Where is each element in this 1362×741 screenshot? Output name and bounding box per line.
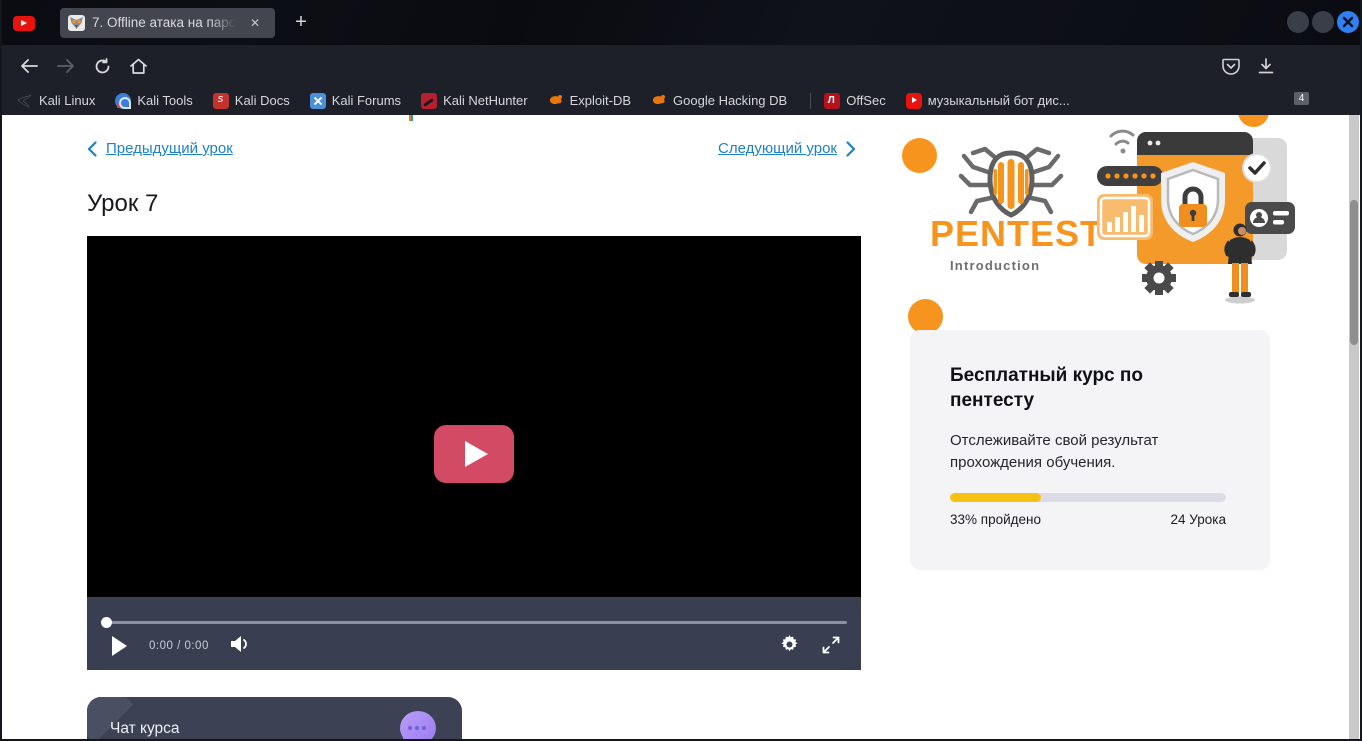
video-controls-bar: 0:00 / 0:00 xyxy=(87,597,861,670)
video-player: 0:00 / 0:00 xyxy=(87,236,861,670)
lesson-heading: Урок 7 xyxy=(87,190,158,218)
reload-button[interactable] xyxy=(89,53,115,79)
window-close-button[interactable] xyxy=(1337,11,1359,33)
active-tab[interactable]: 7. Offline атака на пароли ✕ xyxy=(60,8,275,38)
chevron-right-icon xyxy=(846,141,856,157)
bookmark-kali-nethunter[interactable]: Kali NetHunter xyxy=(416,91,533,111)
pentest-illustration xyxy=(1097,120,1297,305)
video-screen[interactable] xyxy=(87,236,861,597)
seek-bar[interactable] xyxy=(106,621,847,624)
orange-blob-decoration xyxy=(908,299,943,334)
chat-title: Чат курса xyxy=(110,720,180,738)
pocket-icon[interactable] xyxy=(1218,53,1244,79)
fullscreen-icon[interactable] xyxy=(822,636,840,659)
exploit-db-icon xyxy=(548,93,564,109)
browser-window: 7. Offline атака на пароли ✕ + xyxy=(0,0,1362,741)
titlebar: 7. Offline атака на пароли ✕ + xyxy=(2,0,1360,45)
page-content: Предыдущий урок Следующий урок Урок 7 0:… xyxy=(2,115,1360,739)
forward-button[interactable] xyxy=(53,53,79,79)
youtube-pinned-tab-icon[interactable] xyxy=(13,16,35,31)
pentest-spider-logo xyxy=(955,143,1067,223)
bookmarks-separator xyxy=(810,93,811,109)
time-display: 0:00 / 0:00 xyxy=(149,640,209,652)
volume-icon[interactable] xyxy=(230,635,250,658)
settings-gear-icon[interactable] xyxy=(780,635,799,659)
bookmark-kali-docs[interactable]: Kali Docs xyxy=(208,91,295,111)
kali-docs-icon xyxy=(213,93,229,109)
kali-dragon-icon xyxy=(17,93,33,109)
course-title: Бесплатный курс по пентесту xyxy=(950,363,1205,413)
close-icon xyxy=(1342,16,1354,28)
big-play-button[interactable] xyxy=(434,425,514,483)
back-button[interactable] xyxy=(16,53,42,79)
chevron-left-icon xyxy=(87,141,97,157)
new-tab-button[interactable]: + xyxy=(289,11,313,35)
bookmark-music-bot[interactable]: музыкальный бот дис... xyxy=(901,91,1075,111)
course-description: Отслеживайте свой результат прохождения … xyxy=(950,430,1190,474)
previous-lesson-link[interactable]: Предыдущий урок xyxy=(87,140,233,157)
scrollbar-thumb[interactable] xyxy=(1350,200,1358,345)
bookmarks-toolbar: Kali Linux Kali Tools Kali Docs Kali For… xyxy=(2,86,1360,115)
progress-percent-label: 33% пройдено xyxy=(950,512,1041,527)
tab-close-icon[interactable]: ✕ xyxy=(246,14,264,32)
window-minimize-button[interactable] xyxy=(1287,11,1309,33)
lessons-count-label: 24 Урока xyxy=(1171,512,1226,527)
bookmark-exploit-db[interactable]: Exploit-DB xyxy=(543,91,636,111)
next-lesson-link[interactable]: Следующий урок xyxy=(718,140,856,157)
bookmark-offsec[interactable]: OffSec xyxy=(819,91,891,111)
play-button[interactable] xyxy=(112,636,127,656)
youtube-icon xyxy=(906,93,922,109)
kali-tools-icon xyxy=(115,93,131,109)
pentest-brand-text: PENTEST xyxy=(930,213,1103,255)
cutoff-heading-remnant xyxy=(409,115,413,121)
downloads-icon[interactable] xyxy=(1253,53,1279,79)
seek-handle[interactable] xyxy=(101,617,112,628)
bookmark-kali-tools[interactable]: Kali Tools xyxy=(110,91,197,111)
course-progress-card: Бесплатный курс по пентесту Отслеживайте… xyxy=(910,330,1270,570)
chat-bubble-icon[interactable] xyxy=(400,711,436,739)
course-chat-card[interactable]: Чат курса xyxy=(87,697,462,739)
bookmark-kali-linux[interactable]: Kali Linux xyxy=(12,91,100,111)
kali-forums-icon xyxy=(310,93,326,109)
navigation-toolbar: https://codeby.school/training/view/urok… xyxy=(2,45,1360,86)
kali-nethunter-icon xyxy=(421,93,437,109)
extension-badge: 4 xyxy=(1294,92,1309,105)
home-button[interactable] xyxy=(125,53,151,79)
bookmark-google-hacking-db[interactable]: Google Hacking DB xyxy=(646,91,792,111)
pentest-brand-subtitle: Introduction xyxy=(950,258,1040,273)
course-progress-bar xyxy=(950,493,1226,502)
offsec-icon xyxy=(824,93,840,109)
course-progress-fill xyxy=(950,493,1041,502)
codeby-owl-favicon xyxy=(68,15,85,31)
bookmark-kali-forums[interactable]: Kali Forums xyxy=(305,91,406,111)
window-maximize-button[interactable] xyxy=(1312,11,1334,33)
orange-blob-decoration xyxy=(902,138,937,173)
google-hacking-db-icon xyxy=(651,93,667,109)
